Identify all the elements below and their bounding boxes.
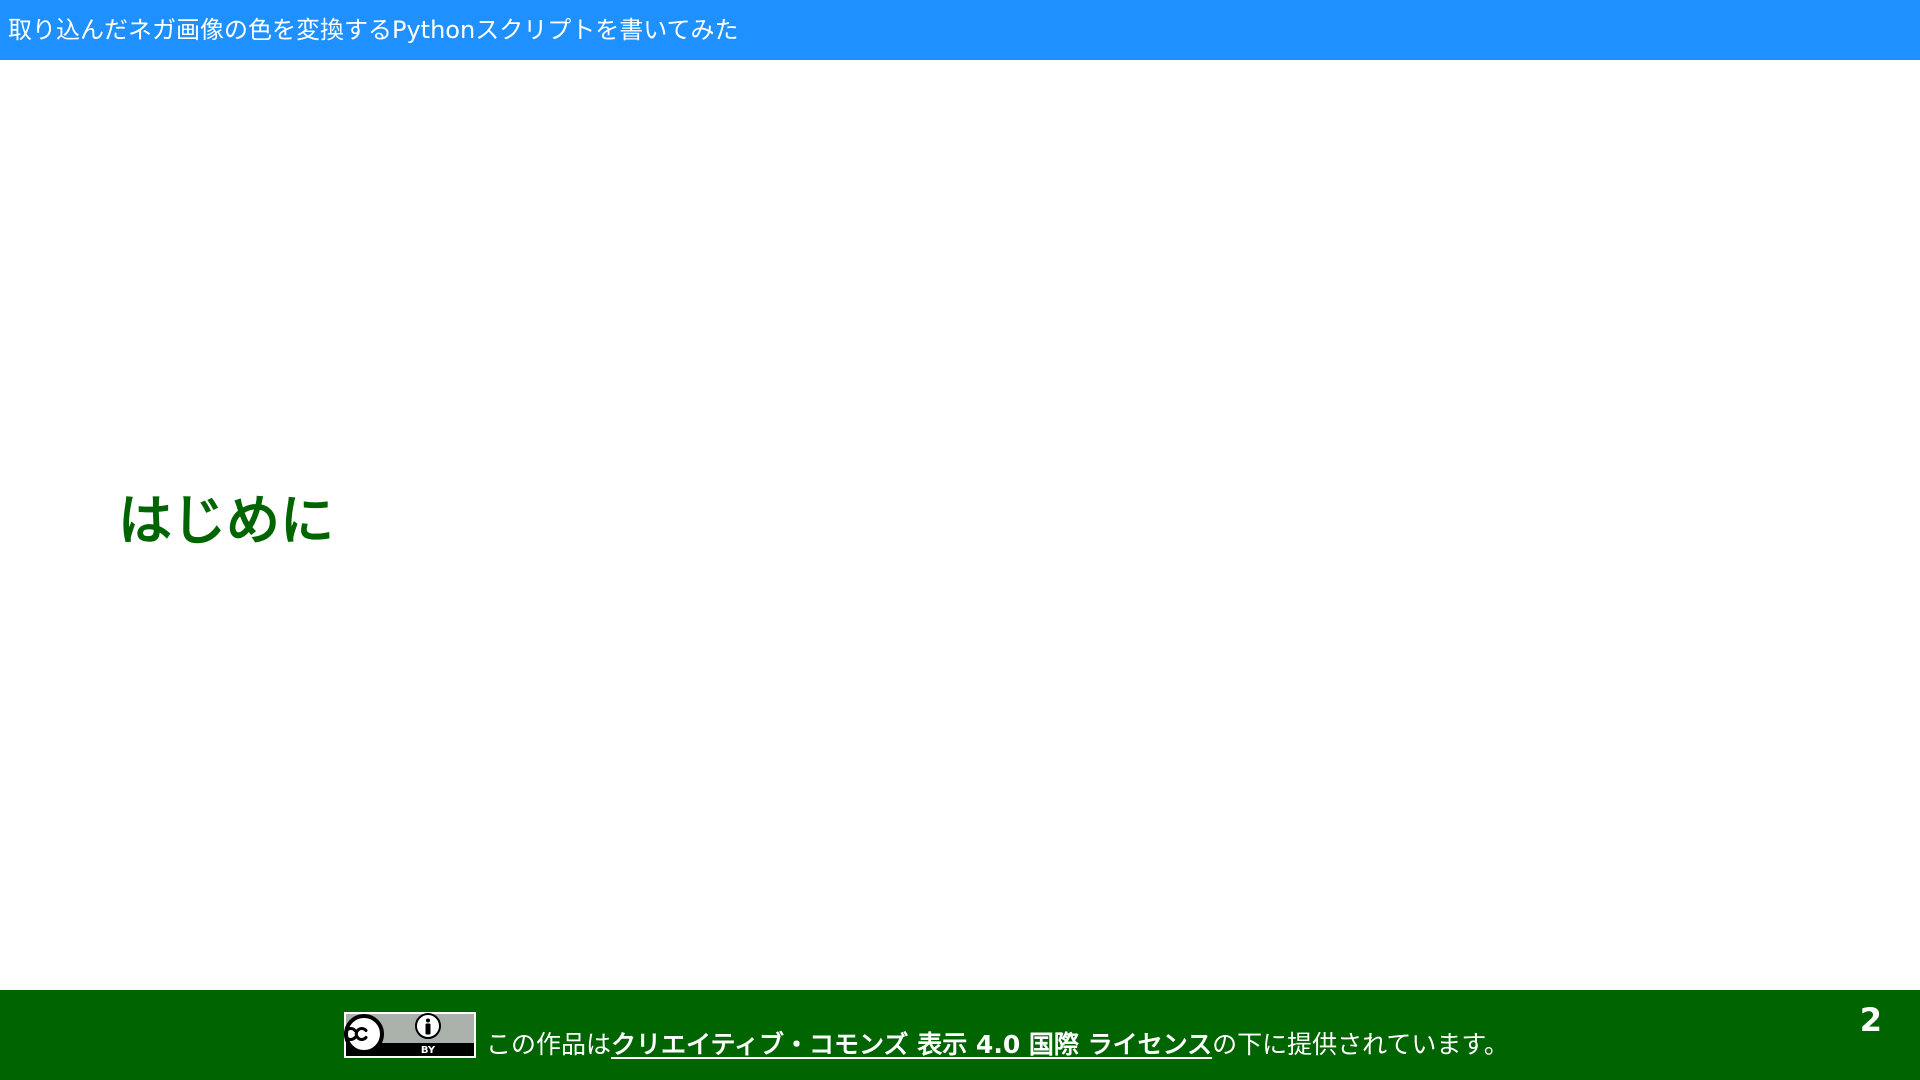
license-prefix: この作品は <box>486 1030 612 1059</box>
section-heading: はじめに <box>118 489 334 552</box>
cc-by-icon[interactable]: BY <box>344 1012 476 1058</box>
license-notice: この作品はクリエイティブ・コモンズ 表示 4.0 国際 ライセンスの下に提供され… <box>486 1032 1509 1057</box>
cc-by-label: BY <box>421 1045 436 1056</box>
header-bar: 取り込んだネガ画像の色を変換するPythonスクリプトを書いてみた <box>0 0 1920 60</box>
license-link[interactable]: クリエイティブ・コモンズ 表示 4.0 国際 ライセンス <box>611 1030 1212 1059</box>
page-number: 2 <box>1859 1001 1882 1039</box>
slide: 取り込んだネガ画像の色を変換するPythonスクリプトを書いてみた はじめに B… <box>0 0 1920 1080</box>
slide-title: 取り込んだネガ画像の色を変換するPythonスクリプトを書いてみた <box>8 16 739 44</box>
license-suffix: の下に提供されています。 <box>1212 1030 1509 1059</box>
